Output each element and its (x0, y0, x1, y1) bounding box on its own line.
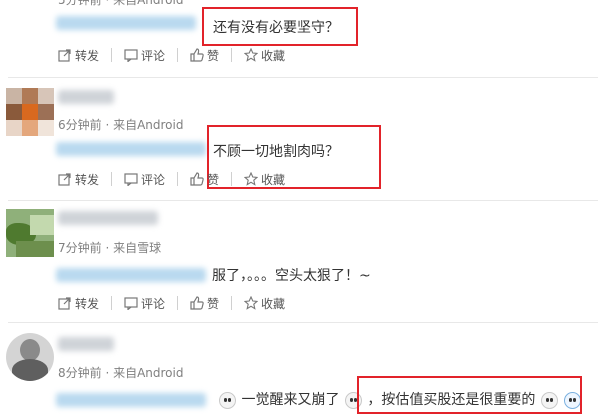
comment-text: 服了，。。。空头太狠了！~ (212, 268, 371, 284)
comment-button[interactable]: 评论 (124, 45, 165, 65)
favorite-button[interactable]: 收藏 (244, 45, 285, 65)
highlight-box (357, 376, 582, 414)
thumbs-up-icon (190, 296, 204, 310)
comment-icon (124, 172, 138, 186)
avatar[interactable] (6, 88, 54, 136)
divider (231, 172, 233, 186)
star-icon (244, 296, 259, 310)
avatar[interactable] (6, 333, 54, 381)
divider (177, 48, 179, 62)
action-bar: 转发 评论 赞 收藏 (58, 45, 285, 65)
repost-button[interactable]: 转发 (58, 169, 99, 189)
divider (111, 172, 113, 186)
comment-item: 5分钟前 · 来自Android 还有没有必要坚守？ 转发 评论 赞 收藏 (0, 0, 606, 78)
blurred-mention (56, 142, 206, 156)
divider (177, 172, 179, 186)
comment-item: 6分钟前 · 来自Android 不顾一切地割肉吗？ 转发 评论 赞 收藏 (0, 78, 606, 200)
favorite-button[interactable]: 收藏 (244, 293, 285, 313)
blurred-username (58, 211, 158, 225)
comment-icon (124, 296, 138, 310)
comment-button[interactable]: 评论 (124, 293, 165, 313)
favorite-button[interactable]: 收藏 (244, 169, 285, 189)
repost-icon (58, 296, 72, 310)
thumbs-up-icon (190, 172, 204, 186)
like-button[interactable]: 赞 (190, 169, 219, 189)
comment-item: 7分钟前 · 来自雪球 服了，。。。空头太狠了！~ 转发 评论 赞 收藏 (0, 201, 606, 323)
repost-icon (58, 172, 72, 186)
comment-meta: 5分钟前 · 来自Android (58, 0, 184, 7)
ghost-emoji-icon (219, 391, 236, 409)
repost-button[interactable]: 转发 (58, 45, 99, 65)
blurred-username (58, 337, 114, 351)
blurred-username (58, 90, 114, 104)
star-icon (244, 48, 259, 62)
divider (111, 48, 113, 62)
action-bar: 转发 评论 赞 收藏 (58, 169, 285, 189)
highlight-box (202, 7, 358, 46)
comment-meta: 7分钟前 · 来自雪球 (58, 241, 162, 255)
blurred-username (56, 16, 196, 30)
repost-icon (58, 48, 72, 62)
divider (231, 48, 233, 62)
blurred-mention (56, 268, 206, 282)
comment-meta: 6分钟前 · 来自Android (58, 118, 184, 132)
repost-button[interactable]: 转发 (58, 293, 99, 313)
comment-icon (124, 48, 138, 62)
like-button[interactable]: 赞 (190, 45, 219, 65)
thumbs-up-icon (190, 48, 204, 62)
like-button[interactable]: 赞 (190, 293, 219, 313)
comment-button[interactable]: 评论 (124, 169, 165, 189)
comment-meta: 8分钟前 · 来自Android (58, 366, 184, 380)
star-icon (244, 172, 259, 186)
action-bar: 转发 评论 赞 收藏 (58, 293, 285, 313)
comment-text-part: 一觉醒来又崩了 (241, 392, 340, 408)
comment-item: 8分钟前 · 来自Android 一觉醒来又崩了 ，按估值买股还是很重要的 (0, 323, 606, 414)
blurred-mention (56, 393, 206, 407)
divider (231, 296, 233, 310)
avatar[interactable] (6, 209, 54, 257)
divider (111, 296, 113, 310)
divider (177, 296, 179, 310)
